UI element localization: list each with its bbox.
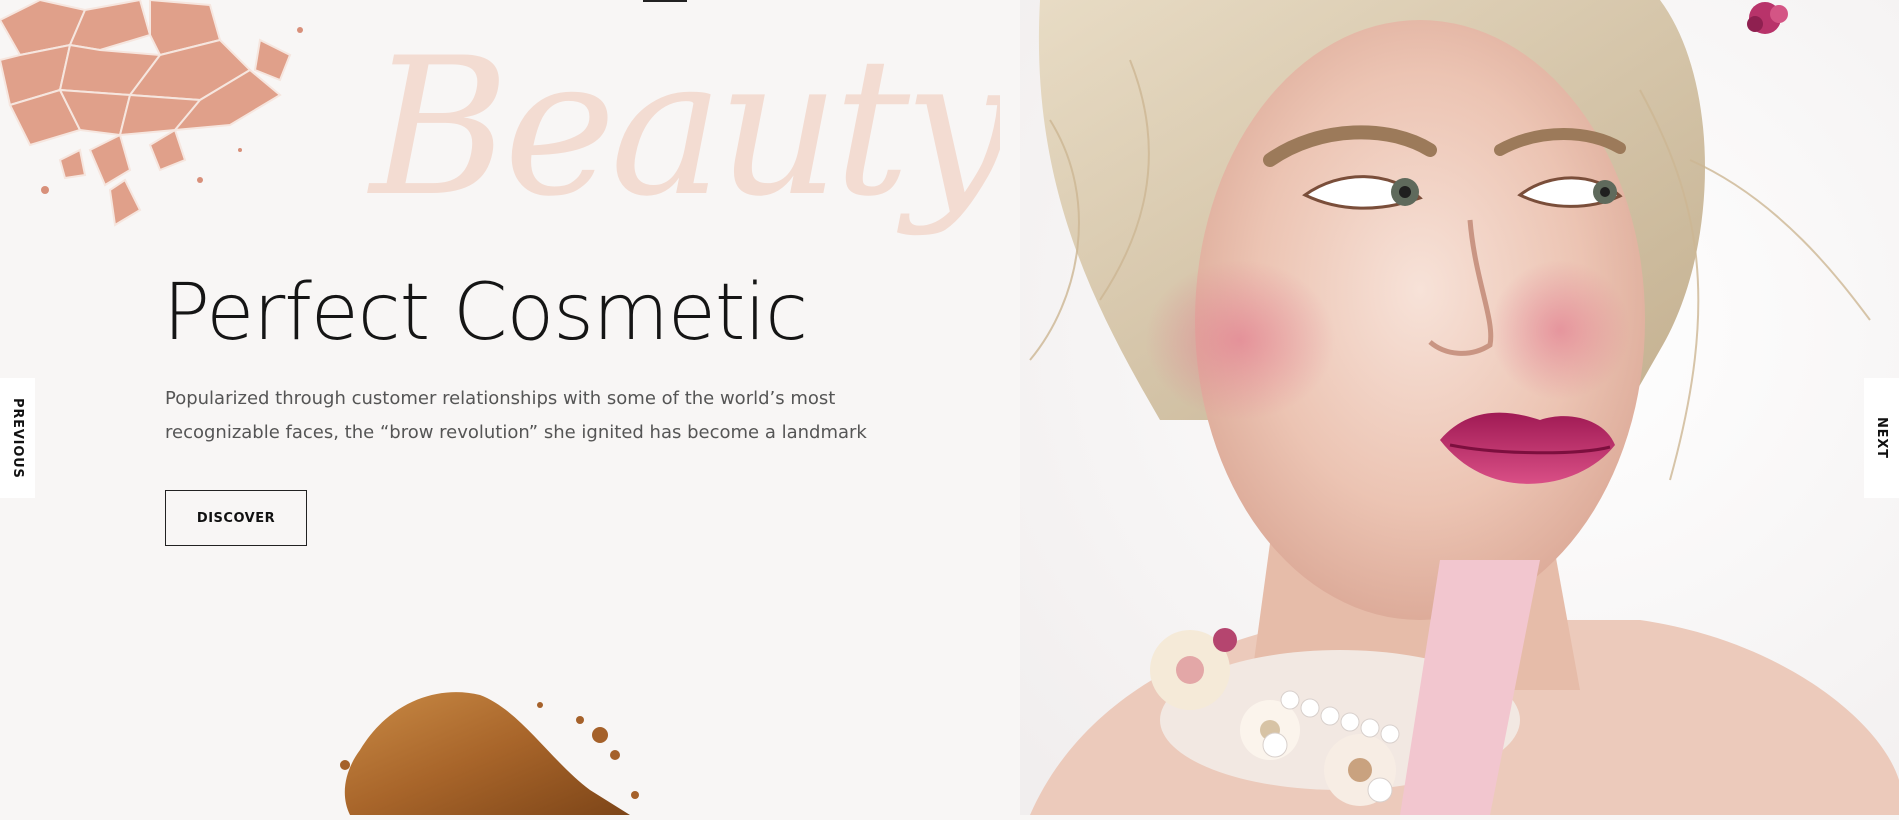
script-word-decoration: Beauty bbox=[360, 8, 1020, 248]
previous-label: PREVIOUS bbox=[10, 397, 25, 479]
model-portrait-image bbox=[1020, 0, 1899, 815]
crushed-powder-image bbox=[0, 0, 330, 240]
next-slide-button[interactable]: NEXT bbox=[1864, 378, 1899, 498]
previous-slide-button[interactable]: PREVIOUS bbox=[0, 378, 35, 498]
hero-title: Perfect Cosmetic bbox=[163, 268, 808, 358]
hero-description: Popularized through customer relationshi… bbox=[165, 388, 867, 443]
bronzer-swatch-image bbox=[330, 680, 670, 815]
discover-button[interactable]: DISCOVER bbox=[165, 490, 307, 546]
script-word-text: Beauty bbox=[367, 17, 1000, 238]
next-label: NEXT bbox=[1874, 417, 1889, 459]
slide-indicator bbox=[643, 0, 687, 2]
